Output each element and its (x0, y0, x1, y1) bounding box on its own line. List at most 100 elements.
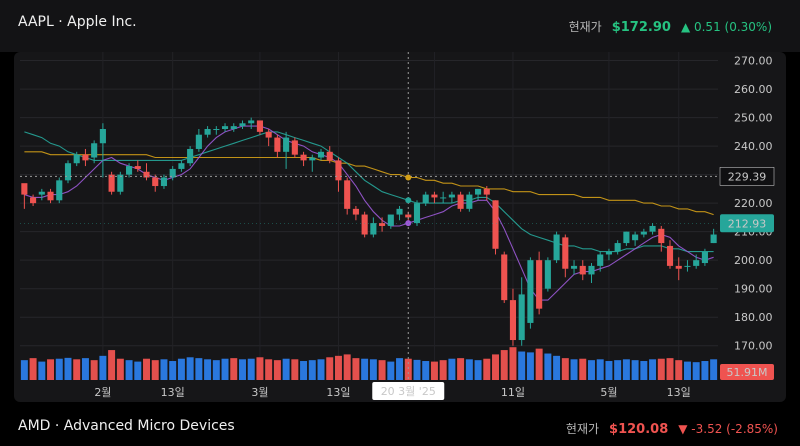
crosshair-dot-ma-medium (405, 197, 412, 204)
volume-bar (614, 360, 622, 380)
candle-body (562, 237, 569, 269)
candle-body (274, 137, 281, 152)
candle-body (597, 254, 604, 266)
candle-body (448, 194, 455, 198)
candle-body (47, 191, 54, 201)
volume-bar (195, 358, 203, 380)
volume-bar (430, 361, 438, 380)
volume-bar (361, 358, 369, 380)
x-tick-label: 3월 (251, 386, 268, 399)
ticker-title[interactable]: AAPL · Apple Inc. (18, 14, 137, 30)
candle-body (440, 197, 447, 199)
candle-body (422, 194, 429, 204)
y-tick-label: 220.00 (734, 197, 773, 210)
candle-body (405, 214, 412, 218)
volume-bar (221, 358, 229, 380)
volume-bar (55, 358, 63, 380)
crosshair-y-label: 229.39 (728, 170, 767, 183)
price-summary: 현재가 $172.90 ▲ 0.51 (0.30%) (569, 18, 772, 35)
volume-bar (204, 359, 212, 380)
volume-bar (247, 358, 255, 380)
candle-body (605, 251, 612, 255)
volume-bar (38, 361, 46, 380)
candle-body (413, 203, 421, 224)
candle-body (82, 154, 89, 161)
candle-body (21, 183, 28, 195)
candle-body (370, 223, 377, 235)
volume-bar (369, 359, 377, 380)
volume-bar (177, 358, 185, 380)
candle-body (108, 174, 115, 192)
volume-bar (238, 359, 246, 380)
volume-bar (334, 355, 342, 380)
x-tick-label: 11일 (501, 385, 525, 399)
volume-bar (683, 361, 691, 380)
y-tick-label: 180.00 (734, 311, 773, 324)
candle-body (99, 129, 106, 144)
volume-bar (692, 362, 700, 380)
volume-label: 51.91M (727, 366, 768, 379)
candle-body (710, 234, 717, 244)
volume-bar (282, 358, 290, 380)
candle-body (457, 194, 464, 209)
x-tick-label: 2월 (94, 386, 111, 399)
volume-bar (666, 358, 674, 380)
candle-body (466, 194, 473, 209)
volume-bar (20, 360, 28, 380)
x-tick-label: 13일 (667, 385, 691, 399)
candle-body (588, 265, 595, 275)
price-chart[interactable]: 270.00260.00250.00240.00230.00220.00210.… (14, 52, 786, 402)
candle-body (291, 140, 298, 155)
volume-bar (675, 360, 683, 380)
candle-body (387, 214, 394, 226)
candle-body (614, 243, 621, 252)
current-price-value: $172.90 (611, 20, 671, 35)
next-price-summary: 현재가 $120.08 ▼ -3.52 (-2.85%) (566, 420, 778, 437)
candle-body (509, 300, 517, 341)
candle-body (431, 194, 438, 198)
volume-bar (535, 348, 543, 380)
volume-bar (47, 359, 55, 380)
x-tick-label: 13일 (161, 385, 185, 399)
y-tick-label: 240.00 (734, 140, 773, 153)
candle-body (501, 254, 508, 301)
ma-medium-line (24, 131, 714, 253)
volume-bar (352, 358, 360, 380)
candle-body (230, 126, 237, 129)
volume-bar (169, 361, 177, 380)
volume-bar (265, 359, 273, 380)
candle-body (553, 234, 560, 261)
volume-bar (125, 360, 133, 380)
volume-bar (134, 361, 142, 380)
volume-bar (483, 358, 491, 380)
volume-bar (500, 350, 508, 380)
candle-body (126, 166, 133, 175)
volume-bar (256, 357, 264, 380)
price-change: ▲ 0.51 (0.30%) (680, 20, 772, 34)
next-ticker-title[interactable]: AMD · Advanced Micro Devices (18, 418, 235, 434)
candle-body (265, 131, 272, 138)
volume-bar (378, 360, 386, 380)
candle-body (326, 151, 333, 161)
current-price-label: 현재가 (568, 20, 602, 34)
chart-panel[interactable]: 270.00260.00250.00240.00230.00220.00210.… (14, 52, 786, 402)
candle-body (658, 228, 665, 244)
candle-body (283, 137, 290, 152)
volume-bar (701, 361, 709, 380)
volume-bar (160, 359, 168, 380)
volume-bar (640, 361, 648, 380)
candle-body (684, 265, 691, 267)
candle-body (640, 231, 647, 235)
y-tick-label: 200.00 (734, 254, 773, 267)
ticker-header: AAPL · Apple Inc. 현재가 $172.90 ▲ 0.51 (0.… (0, 0, 800, 52)
candle-body (73, 154, 80, 164)
candle-body (64, 163, 72, 181)
x-tick-label: 5월 (600, 386, 617, 399)
volume-bar (81, 358, 89, 380)
volume-bar (116, 358, 124, 380)
candle-body (352, 208, 359, 215)
volume-bar (622, 359, 630, 380)
candle-body (570, 265, 578, 269)
volume-bar (396, 358, 404, 380)
candle-body (178, 163, 185, 169)
